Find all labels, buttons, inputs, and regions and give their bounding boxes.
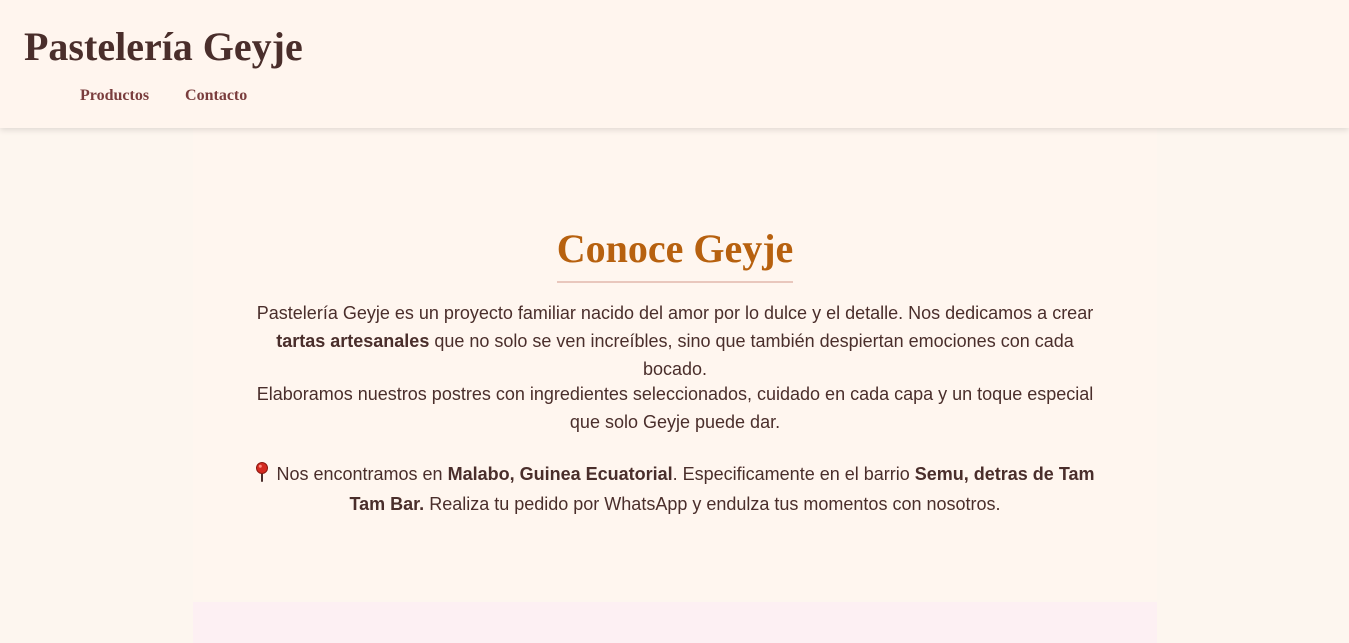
- intro-text-end: que no solo se ven increíbles, sino que …: [429, 331, 1074, 379]
- location-text-3: Realiza tu pedido por WhatsApp y endulza…: [424, 494, 1001, 514]
- location-text-2: . Especificamente en el barrio: [672, 464, 915, 484]
- next-section: [193, 602, 1157, 643]
- site-header: Pastelería Geyje Productos Contacto: [0, 0, 1349, 128]
- about-paragraph-ingredients: Elaboramos nuestros postres con ingredie…: [256, 384, 1094, 432]
- main-nav: Productos Contacto: [80, 87, 247, 105]
- nav-link-productos[interactable]: Productos: [80, 87, 149, 105]
- brand-title[interactable]: Pastelería Geyje: [24, 24, 303, 70]
- nav-link-contacto[interactable]: Contacto: [185, 87, 247, 105]
- location-text-1: Nos encontramos en: [271, 464, 448, 484]
- about-section: Conoce Geyje Pastelería Geyje es un proy…: [193, 128, 1157, 600]
- intro-text-highlight: tartas artesanales: [276, 331, 430, 351]
- about-paragraph-intro: Pastelería Geyje es un proyecto familiar…: [249, 299, 1101, 383]
- location-city: Malabo, Guinea Ecuatorial: [447, 464, 673, 484]
- about-title: Conoce Geyje: [556, 226, 794, 283]
- about-paragraph-location: Nos encontramos en Malabo, Guinea Ecuato…: [249, 460, 1101, 518]
- intro-text-start: Pastelería Geyje es un proyecto familiar…: [256, 303, 1094, 323]
- location-pin-icon: [255, 462, 269, 490]
